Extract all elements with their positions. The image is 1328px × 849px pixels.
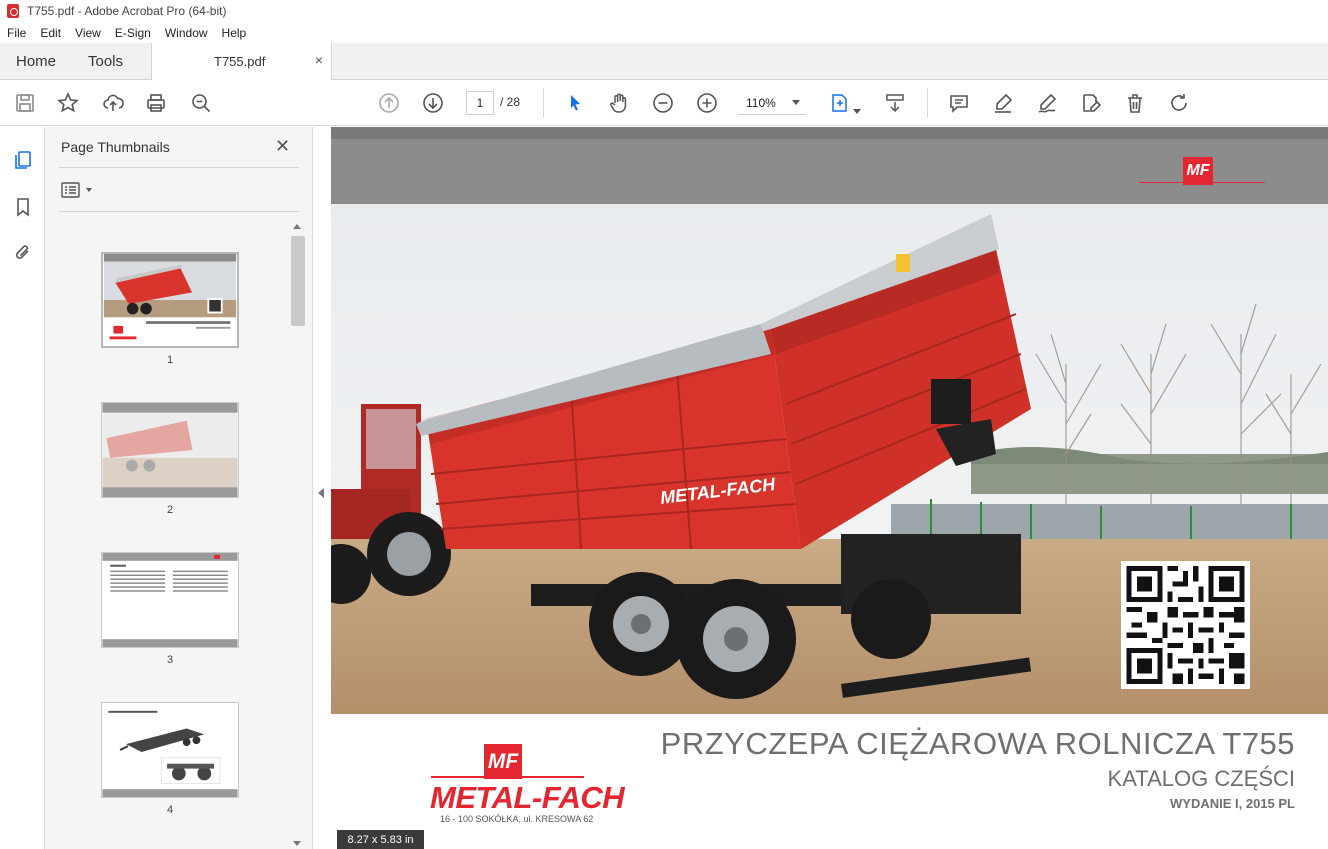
scroll-down-icon[interactable] xyxy=(293,841,301,846)
page-thumbnails-icon[interactable] xyxy=(10,147,36,173)
upload-icon[interactable] xyxy=(100,90,126,116)
tab-tools[interactable]: Tools xyxy=(88,53,123,70)
zoom-out-icon[interactable] xyxy=(650,90,676,116)
fit-page-icon[interactable] xyxy=(826,90,852,116)
toolbar xyxy=(0,80,1328,126)
thumbnail-number: 2 xyxy=(166,504,174,516)
thumbnail-image xyxy=(101,552,239,648)
tab-close-icon[interactable]: × xyxy=(315,52,323,68)
hand-icon[interactable] xyxy=(606,90,632,116)
header-strip xyxy=(331,127,1328,139)
qr-code[interactable] xyxy=(1121,561,1250,689)
highlight-icon[interactable] xyxy=(990,90,1016,116)
thumbnail-number: 1 xyxy=(166,354,174,366)
fit-page-dropdown-icon[interactable] xyxy=(852,98,862,124)
panel-divider xyxy=(59,167,299,168)
thumbnail-number: 4 xyxy=(166,804,174,816)
print-icon[interactable] xyxy=(143,90,169,116)
thumbnail-page-2[interactable]: 2 xyxy=(101,402,239,516)
page-header-band: MF xyxy=(331,127,1328,204)
title-bar: T755.pdf - Adobe Acrobat Pro (64-bit) xyxy=(0,0,1328,22)
comment-icon[interactable] xyxy=(946,90,972,116)
header-logo-line xyxy=(1139,182,1183,183)
scroll-up-icon[interactable] xyxy=(293,224,301,229)
thumbnail-page-3[interactable]: 3 xyxy=(101,552,239,666)
sign-icon[interactable] xyxy=(1034,90,1060,116)
toolbar-separator xyxy=(927,88,928,118)
tab-document-label: T755.pdf xyxy=(214,54,266,69)
edit-pdf-icon[interactable] xyxy=(1078,90,1104,116)
page-up-icon[interactable] xyxy=(376,90,402,116)
menu-help[interactable]: Help xyxy=(222,26,247,40)
page-size-badge: 8.27 x 5.83 in xyxy=(337,830,424,849)
metal-fach-logo-mark: MF xyxy=(484,744,522,779)
document-title: PRZYCZEPA CIĘŻAROWA ROLNICZA T755 xyxy=(660,726,1295,761)
scroll-mode-icon[interactable] xyxy=(882,90,908,116)
scrollbar-thumb[interactable] xyxy=(291,236,305,326)
star-icon[interactable] xyxy=(55,90,81,116)
zoom-dropdown-icon xyxy=(792,100,800,105)
bookmarks-icon[interactable] xyxy=(10,194,36,220)
page-number-input[interactable]: 1 xyxy=(466,91,494,115)
menu-window[interactable]: Window xyxy=(165,26,208,40)
logo-line-right xyxy=(522,776,584,778)
panel-close-icon[interactable]: ✕ xyxy=(275,136,290,157)
menu-edit[interactable]: Edit xyxy=(40,26,61,40)
page-total: / 28 xyxy=(500,95,521,109)
metal-fach-logo-text: METAL-FACH xyxy=(430,780,625,815)
zoom-select[interactable]: 110% xyxy=(738,91,806,115)
menu-view[interactable]: View xyxy=(75,26,101,40)
header-mf-logo: MF xyxy=(1183,157,1213,185)
tab-home[interactable]: Home xyxy=(16,53,56,70)
attachments-icon[interactable] xyxy=(10,240,36,266)
tab-bar: Home Tools T755.pdf × xyxy=(0,43,1328,80)
thumbnail-scrollbar[interactable] xyxy=(290,222,306,849)
collapse-panel-icon[interactable] xyxy=(318,488,324,498)
cover-footer: MF METAL-FACH 16 - 100 SOKÓŁKA, ul. KRES… xyxy=(331,714,1328,849)
menu-esign[interactable]: E-Sign xyxy=(115,26,151,40)
window-title: T755.pdf - Adobe Acrobat Pro (64-bit) xyxy=(27,4,227,18)
page-down-icon[interactable] xyxy=(420,90,446,116)
rotate-icon[interactable] xyxy=(1166,90,1192,116)
pdf-page: MF METAL-FACH MF METAL-FACH 16 - 100 SOK… xyxy=(331,127,1328,849)
acrobat-pdf-icon xyxy=(7,4,19,18)
zoom-in-icon[interactable] xyxy=(694,90,720,116)
menu-bar: File Edit View E-Sign Window Help xyxy=(0,22,1328,43)
panel-title: Page Thumbnails xyxy=(61,139,170,155)
document-subtitle: KATALOG CZĘŚCI xyxy=(1107,766,1295,791)
thumbnail-page-1[interactable]: 1 xyxy=(101,252,239,366)
thumbnail-image xyxy=(101,252,239,348)
thumbnail-number: 3 xyxy=(166,654,174,666)
logo-line-left xyxy=(431,776,484,778)
toolbar-separator xyxy=(543,88,544,118)
document-edition: WYDANIE I, 2015 PL xyxy=(1170,796,1295,811)
thumbnail-options-button[interactable] xyxy=(61,181,95,199)
document-area[interactable]: MF METAL-FACH MF METAL-FACH 16 - 100 SOK… xyxy=(331,127,1328,849)
left-rail xyxy=(0,127,45,849)
tab-document[interactable]: T755.pdf × xyxy=(151,43,332,80)
thumbnail-page-4[interactable]: 4 xyxy=(101,702,239,816)
thumbnail-image xyxy=(101,402,239,498)
save-icon[interactable] xyxy=(12,90,38,116)
zoom-search-icon[interactable] xyxy=(188,90,214,116)
acrobat-window: T755.pdf - Adobe Acrobat Pro (64-bit) Fi… xyxy=(0,0,1328,849)
select-cursor-icon[interactable] xyxy=(562,90,588,116)
panel-divider xyxy=(59,211,299,212)
thumbnail-image xyxy=(101,702,239,798)
company-address: 16 - 100 SOKÓŁKA, ul. KRESOWA 62 xyxy=(440,814,594,824)
delete-icon[interactable] xyxy=(1122,90,1148,116)
header-logo-line xyxy=(1213,182,1265,183)
zoom-value: 110% xyxy=(746,95,776,110)
menu-file[interactable]: File xyxy=(7,26,26,40)
